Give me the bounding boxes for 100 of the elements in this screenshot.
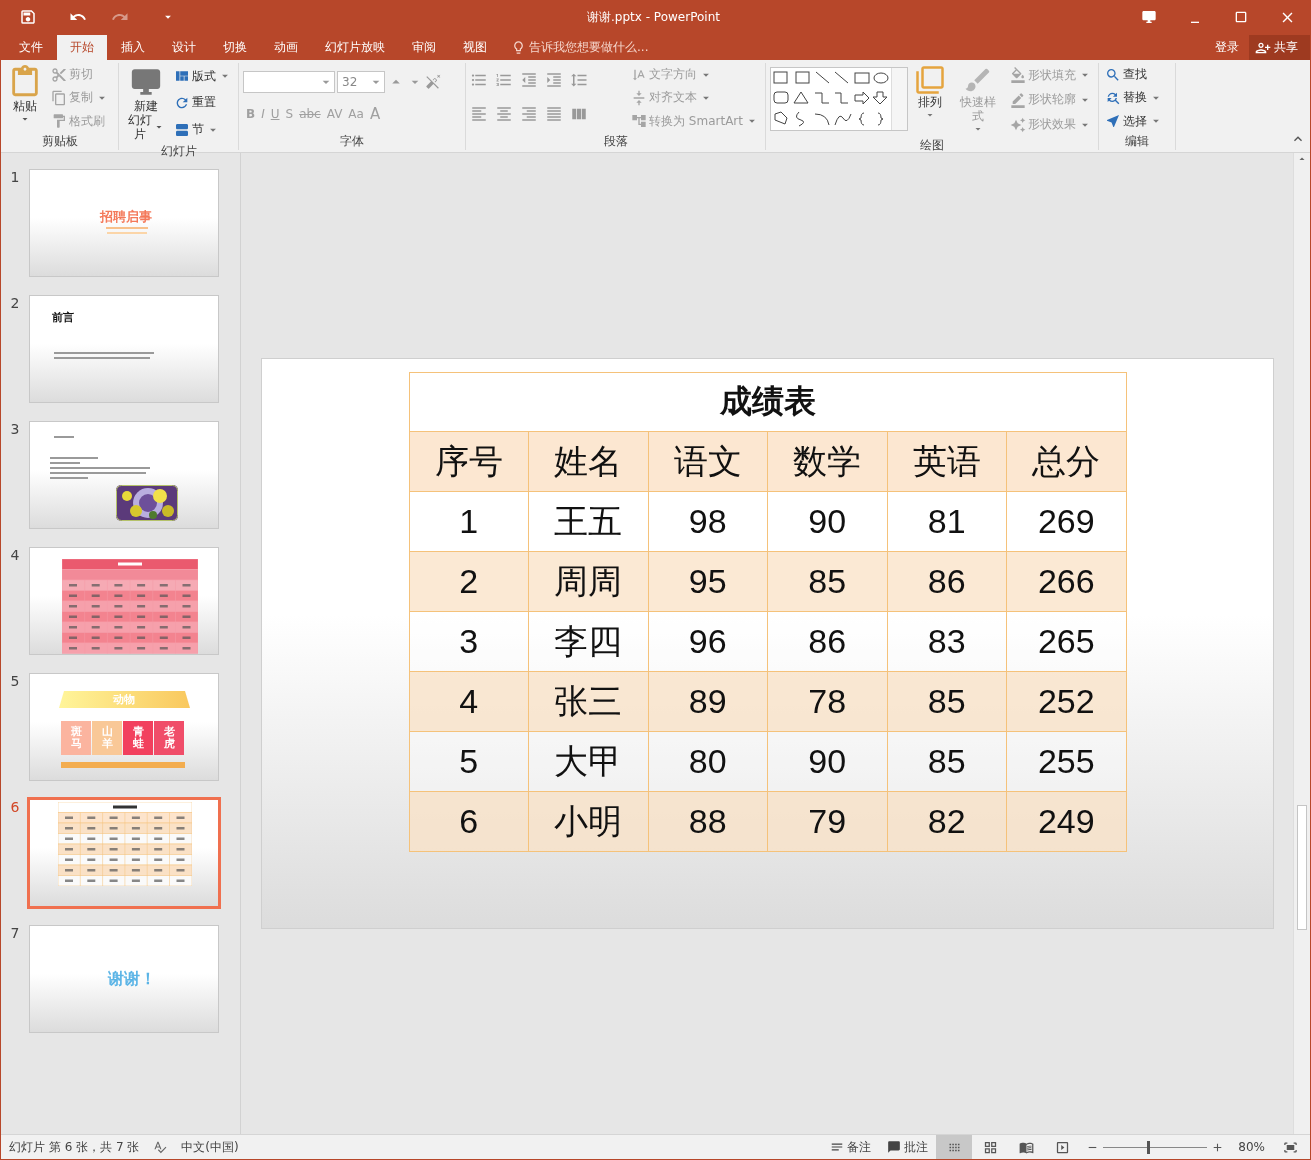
ribbon-tab[interactable]: 开始	[57, 35, 107, 60]
table-cell: 5	[409, 731, 529, 792]
ribbon-tab[interactable]: 动画	[261, 35, 311, 60]
paint-bucket-icon	[1010, 67, 1026, 84]
paintbrush-icon	[51, 113, 67, 130]
table-cell: 6	[409, 791, 529, 852]
scroll-thumb[interactable]	[1297, 805, 1307, 930]
column-header: 姓名	[528, 431, 648, 492]
slide-title: 谢谢！	[108, 971, 156, 987]
card-label: 斑马	[70, 725, 82, 751]
table-cell: 89	[648, 671, 768, 732]
table-cell: 88	[648, 791, 768, 852]
column-header: 英语	[887, 431, 1007, 492]
shapes-gallery[interactable]	[770, 67, 908, 131]
paste-button[interactable]: 粘贴	[5, 63, 45, 133]
ribbon-button[interactable]: 版式	[172, 66, 234, 86]
card-label: 青蛙	[132, 725, 144, 751]
spellcheck-icon[interactable]	[153, 1140, 168, 1154]
table-cell: 3	[409, 611, 529, 672]
slide-count: 幻灯片 第 6 张，共 7 张	[9, 1138, 140, 1156]
notes-button[interactable]: 备注	[822, 1138, 880, 1156]
table-cell: 269	[1006, 491, 1126, 552]
font-name-field[interactable]	[243, 71, 335, 93]
table-cell: 249	[1006, 791, 1126, 852]
normal-view-icon[interactable]	[936, 1135, 973, 1159]
slide-title: 前言	[52, 312, 74, 323]
ribbon-tab[interactable]: 插入	[108, 35, 158, 60]
ribbon-display-icon[interactable]	[1141, 9, 1157, 25]
card-label: 山羊	[101, 725, 113, 751]
ribbon-button[interactable]: 重置	[172, 93, 234, 113]
search-icon	[1105, 66, 1121, 83]
zoom-thumb[interactable]	[1147, 1140, 1150, 1154]
smartart-icon	[631, 113, 648, 130]
card-label: 老虎	[163, 725, 175, 751]
group-label: 字体	[339, 133, 365, 150]
slide-number: 5	[9, 673, 21, 691]
table-cell: 82	[887, 791, 1007, 852]
table-cell: 周周	[528, 551, 648, 612]
table-cell: 85	[887, 731, 1007, 792]
ribbon-button[interactable]: 选择	[1103, 111, 1165, 131]
ribbon-button[interactable]: 节	[172, 120, 234, 140]
table-cell: 王五	[528, 491, 648, 552]
table-cell: 86	[767, 611, 887, 672]
ribbon-tab[interactable]: 视图	[450, 35, 500, 60]
effects-icon	[1010, 116, 1026, 133]
copy-icon	[51, 90, 67, 106]
table-cell: 1	[409, 491, 529, 552]
ribbon-tab[interactable]: 幻灯片放映	[312, 35, 398, 60]
slide-thumbnail[interactable]: 招聘启事	[29, 169, 219, 277]
arrange-icon	[915, 65, 945, 95]
maximize-icon[interactable]	[1233, 9, 1249, 25]
ribbon-button[interactable]: 查找	[1103, 65, 1165, 85]
sign-in-link[interactable]: 登录	[1205, 35, 1249, 60]
numbered-list-icon[interactable]	[495, 71, 513, 89]
table-cell: 265	[1006, 611, 1126, 672]
slide-number: 3	[9, 421, 21, 439]
table-cell: 85	[887, 671, 1007, 732]
table-cell: 李四	[528, 611, 648, 672]
group-label: 剪贴板	[40, 133, 79, 150]
font-size-field[interactable]: 32	[337, 71, 385, 93]
column-header: 总分	[1006, 431, 1126, 492]
table-cell: 95	[648, 551, 768, 612]
slide-thumbnail[interactable]: 动物 斑马 山羊 青蛙 老虎	[29, 673, 219, 781]
column-header: 序号	[409, 431, 529, 492]
new-slide-button[interactable]: 新建 幻灯片	[123, 63, 168, 143]
zoom-level[interactable]: 80%	[1238, 1140, 1265, 1154]
column-header: 语文	[648, 431, 768, 492]
table-cell: 4	[409, 671, 529, 732]
slide-thumbnail[interactable]	[29, 421, 219, 529]
slide-thumbnail[interactable]: 前言	[29, 295, 219, 403]
group-label: 幻灯片	[159, 143, 198, 160]
slide-title: 招聘启事	[100, 210, 152, 223]
slide-title: 动物	[113, 694, 135, 705]
eraser-icon[interactable]	[425, 74, 441, 90]
slide-number: 1	[9, 169, 21, 187]
arrange-button[interactable]: 排列	[912, 63, 948, 137]
table-cell: 96	[648, 611, 768, 672]
comments-button[interactable]: 批注	[879, 1138, 937, 1156]
reset-icon	[174, 95, 190, 111]
line-spacing-icon[interactable]	[570, 71, 588, 89]
table-cell: 81	[887, 491, 1007, 552]
ribbon-tab[interactable]: 审阅	[399, 35, 449, 60]
save-icon[interactable]	[19, 8, 37, 26]
slide-thumbnail[interactable]	[29, 547, 219, 655]
table-cell: 252	[1006, 671, 1126, 732]
slide-thumbnail[interactable]	[27, 797, 221, 909]
language-label: 中文(中国)	[181, 1138, 240, 1156]
ribbon-button[interactable]: 替换	[1103, 88, 1165, 108]
ribbon-tab[interactable]: 设计	[159, 35, 209, 60]
scrollbar[interactable]	[1293, 153, 1310, 1134]
cursor-icon	[1105, 113, 1121, 130]
comment-icon	[887, 1140, 902, 1154]
section-icon	[174, 121, 190, 138]
ribbon-tab[interactable]: 切换	[210, 35, 260, 60]
ribbon-tab[interactable]: 文件	[6, 35, 56, 60]
slide-number: 4	[9, 547, 21, 565]
table-cell: 2	[409, 551, 529, 612]
tell-me-field[interactable]: 告诉我您想要做什么...	[511, 35, 1205, 60]
share-button[interactable]: 共享	[1249, 35, 1310, 60]
table-cell: 80	[648, 731, 768, 792]
